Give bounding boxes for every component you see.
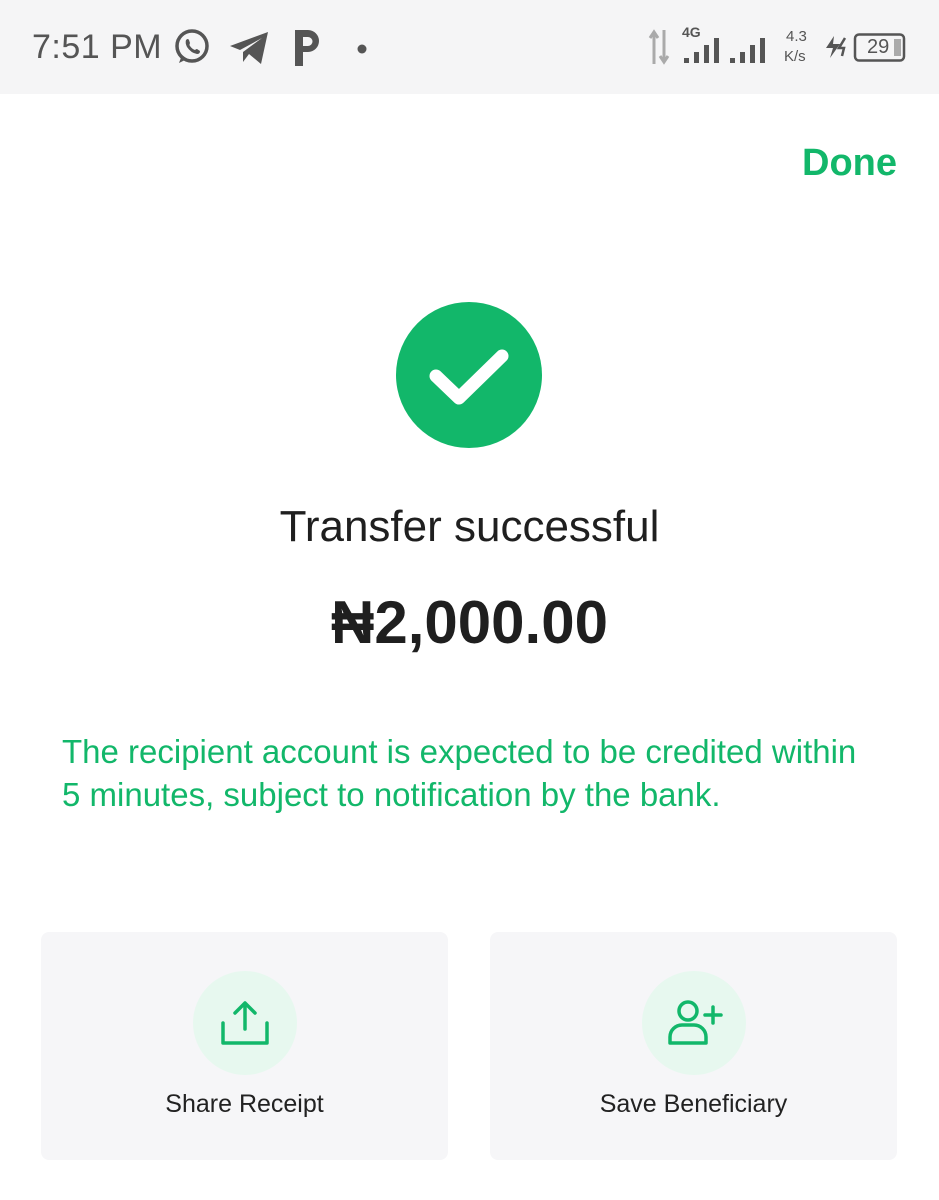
notification-dot-icon [357,41,367,59]
telegram-icon [228,30,270,71]
save-beneficiary-button[interactable]: Save Beneficiary [490,932,897,1160]
success-badge [396,302,542,448]
share-icon [221,1001,269,1045]
add-user-icon-container [642,971,746,1075]
speed-unit: K/s [784,48,806,65]
share-receipt-label: Share Receipt [165,1090,324,1118]
p-app-icon [292,28,322,73]
signal-icon [684,36,724,69]
data-arrows-icon [648,28,670,71]
charging-icon [824,34,852,65]
whatsapp-icon [172,27,212,72]
signal-icon [730,36,770,69]
transfer-amount: ₦2,000.00 [331,589,608,656]
transfer-status-title: Transfer successful [279,502,660,551]
done-button[interactable]: Done [802,142,897,185]
save-beneficiary-label: Save Beneficiary [599,1090,788,1118]
checkmark-icon [429,349,509,405]
speed-value: 4.3 [786,28,807,45]
battery-level: 29 [867,36,890,58]
share-icon-container [193,971,297,1075]
credit-notice: The recipient account is expected to be … [62,733,857,813]
add-user-icon [668,1000,723,1045]
status-bar: 7:51 PM 4G 4.3 K/s 29 [0,0,939,94]
share-receipt-button[interactable]: Share Receipt [41,932,448,1160]
battery-icon: 29 [853,33,906,62]
status-time: 7:51 PM [32,28,163,66]
